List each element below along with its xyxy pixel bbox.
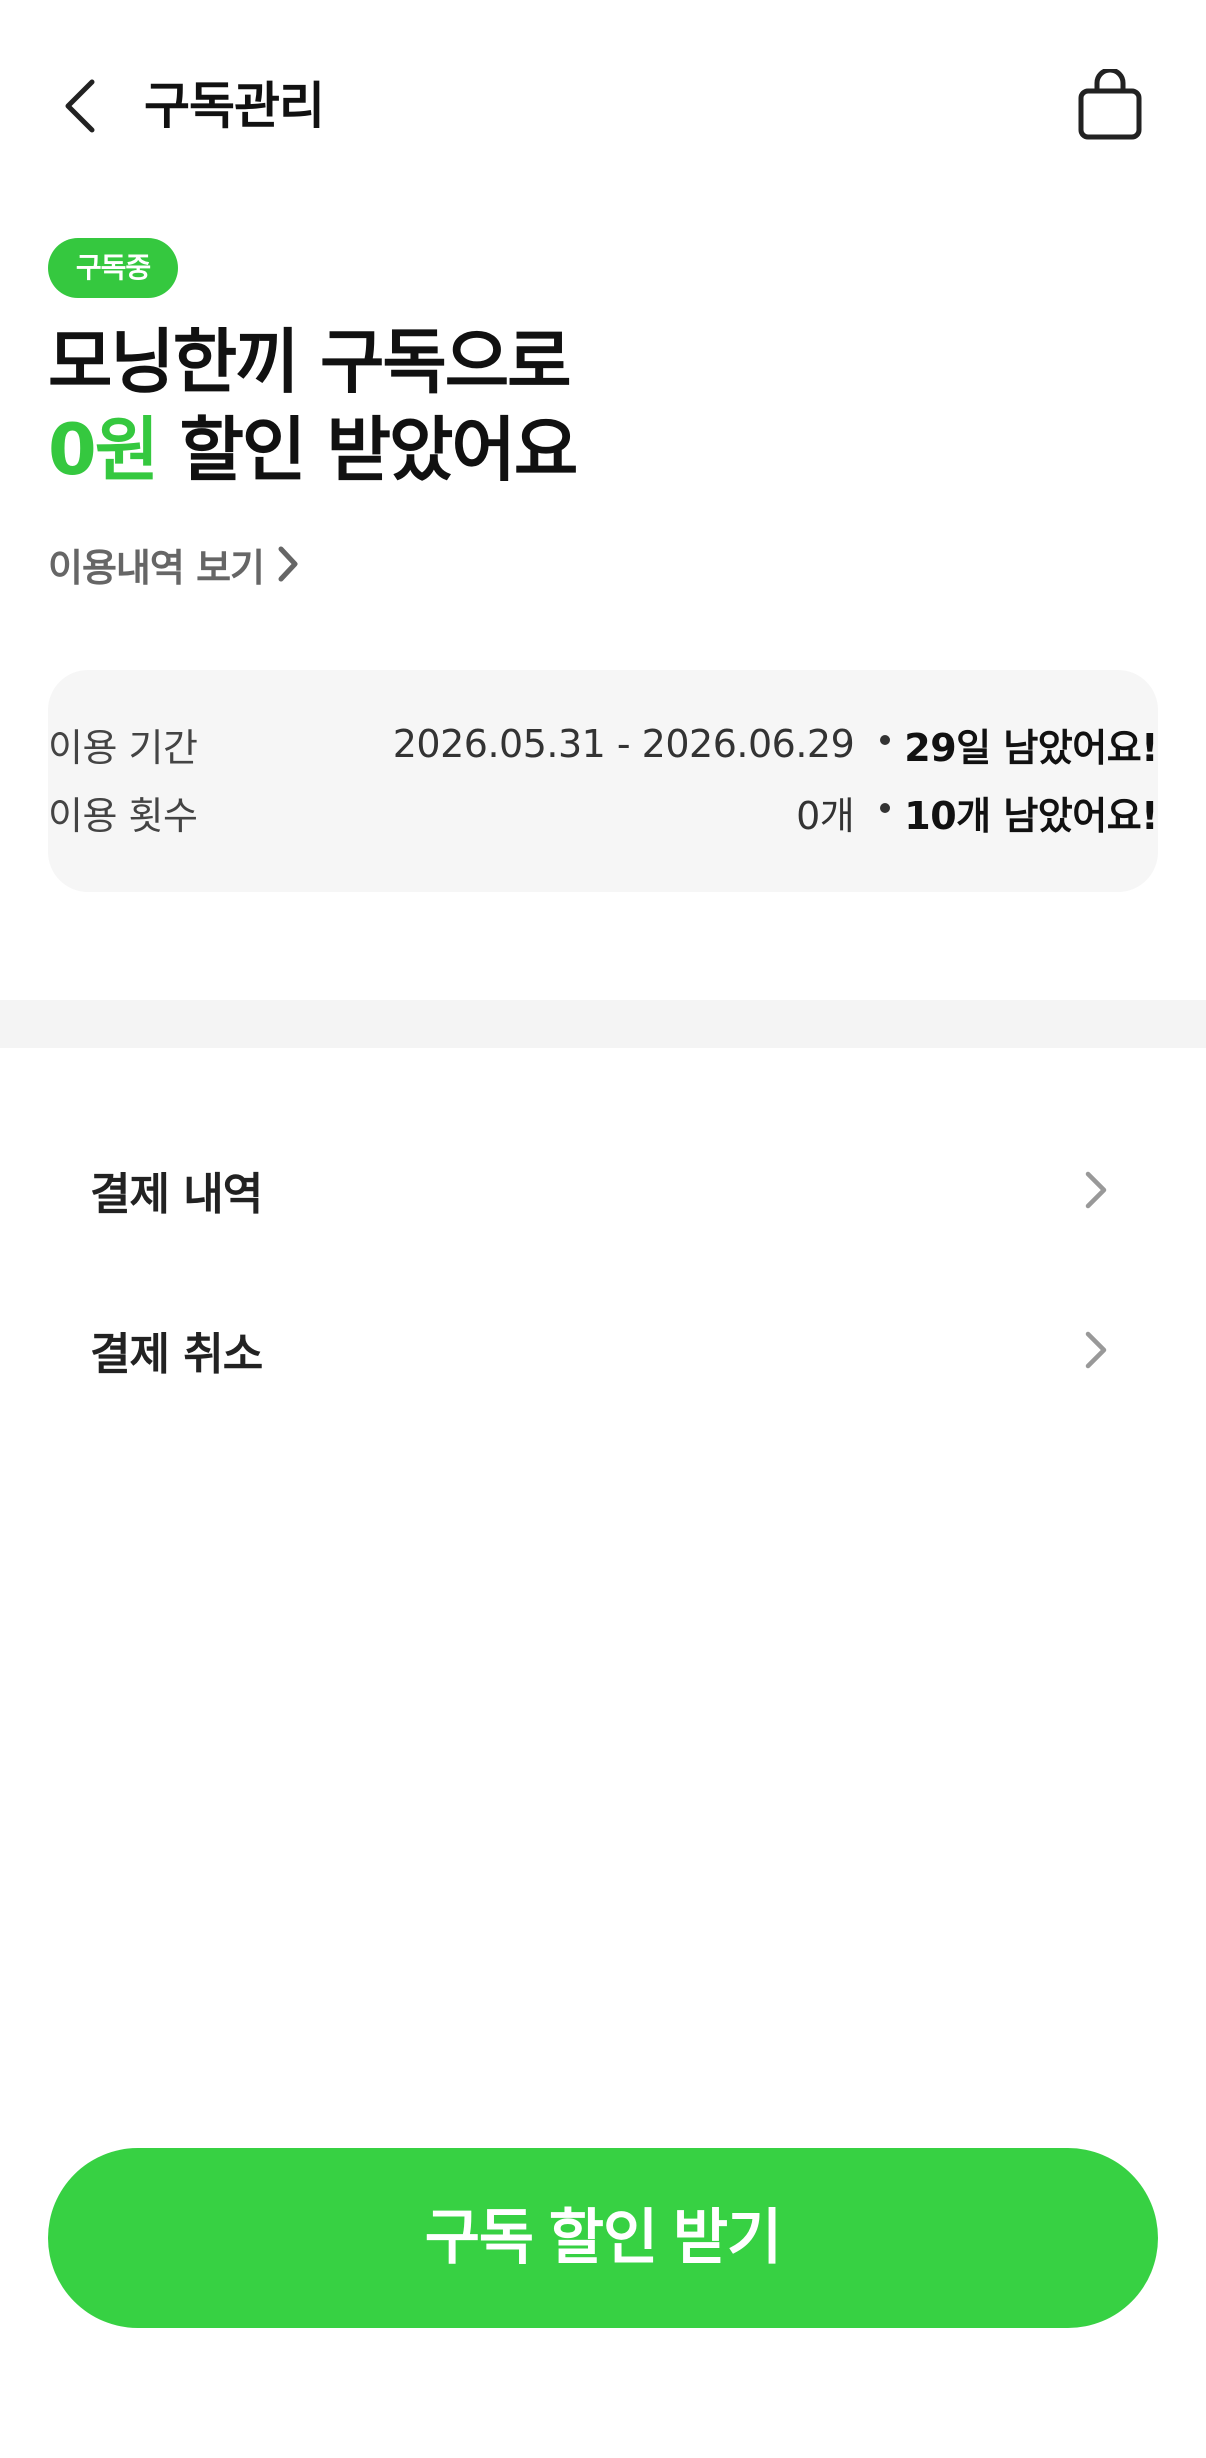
usage-history-link[interactable]: 이용내역 보기 <box>48 534 300 594</box>
chevron-right-icon <box>278 546 298 582</box>
discount-amount: 0원 <box>48 409 159 491</box>
usage-count-label: 이용 횟수 <box>48 793 198 838</box>
top-app-bar: 구독관리 <box>0 0 1206 210</box>
usage-count-row: 이용 횟수 0개 10개 남았어요! <box>48 782 1158 842</box>
count-remaining: 10개 남았어요! <box>904 793 1158 838</box>
headline: 모닝한끼 구독으로 0원 할인 받았어요 <box>48 318 1148 494</box>
subscription-status-badge: 구독중 <box>48 238 178 298</box>
days-remaining: 29일 남았어요! <box>904 725 1158 770</box>
usage-period-value: 2026.05.31 - 2026.06.29 <box>392 722 855 766</box>
payment-cancel-label: 결제 취소 <box>90 1329 263 1380</box>
section-divider <box>0 1000 1206 1048</box>
bullet-dot <box>880 735 891 745</box>
chevron-right-icon <box>1078 1166 1114 1214</box>
back-button[interactable] <box>48 70 112 142</box>
shopping-bag-icon <box>1078 69 1142 140</box>
usage-period-label: 이용 기간 <box>48 725 198 770</box>
usage-history-label: 이용내역 보기 <box>48 545 265 590</box>
get-subscription-discount-button[interactable]: 구독 할인 받기 <box>48 2148 1158 2328</box>
headline-line-1: 모닝한끼 구독으로 <box>48 321 572 403</box>
usage-count-value: 0개 <box>796 793 855 838</box>
cart-button[interactable] <box>1070 62 1150 148</box>
headline-line-2-text: 할인 받았어요 <box>157 409 578 491</box>
usage-period-row: 이용 기간 2026.05.31 - 2026.06.29 29일 남았어요! <box>48 714 1158 774</box>
payment-cancel-menu-item[interactable]: 결제 취소 <box>0 1290 1206 1410</box>
payment-history-menu-item[interactable]: 결제 내역 <box>0 1130 1206 1250</box>
chevron-right-icon <box>1078 1326 1114 1374</box>
payment-history-label: 결제 내역 <box>90 1169 263 1220</box>
subscription-management-page: 구독관리 구독중 모닝한끼 구독으로 0원 할인 받았어요 이용내역 보기 이용… <box>0 0 1206 2458</box>
usage-info-card <box>48 670 1158 892</box>
headline-line-2: 0원 할인 받았어요 <box>48 406 1148 494</box>
chevron-left-icon <box>65 79 95 133</box>
page-title: 구독관리 <box>144 77 325 135</box>
bullet-dot <box>880 803 891 813</box>
